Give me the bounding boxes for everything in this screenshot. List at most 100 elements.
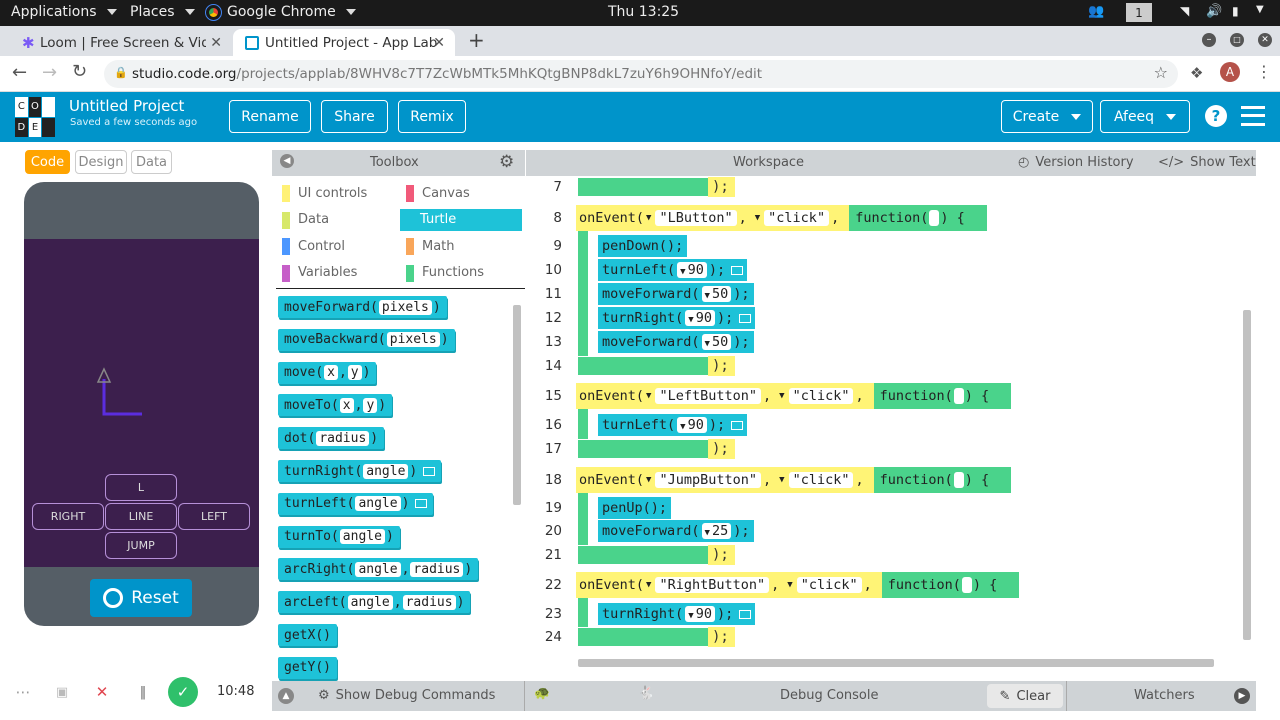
block-options-icon[interactable] xyxy=(739,313,752,323)
rename-button[interactable]: Rename xyxy=(229,100,311,133)
statement-block[interactable]: turnLeft(▼ 90); xyxy=(598,259,748,281)
tab-applab[interactable]: Untitled Project - App Lab ✕ xyxy=(233,29,455,56)
value-input[interactable]: ▼ 90 xyxy=(685,310,715,326)
statement-block[interactable]: moveForward(▼ 50); xyxy=(598,283,754,305)
version-history-button[interactable]: ◴ Version History xyxy=(1018,155,1134,170)
toolbox-block-turnRight[interactable]: turnRight(angle) xyxy=(278,460,442,482)
statement-block[interactable]: penUp(); xyxy=(598,497,672,519)
event-block-lbutton[interactable]: onEvent(▼ "LButton", ▼ "click", function() { xyxy=(576,205,987,231)
block-options-icon[interactable] xyxy=(731,420,744,430)
toolbox-block-turnTo[interactable]: turnTo(angle) xyxy=(278,525,400,548)
data-mode-button[interactable]: Data xyxy=(131,150,172,174)
block-options-icon[interactable] xyxy=(731,265,744,275)
toolbox-category-functions[interactable]: Functions xyxy=(400,262,522,284)
value-input[interactable]: ▼ 50 xyxy=(701,334,732,350)
pause-icon[interactable]: ‖ xyxy=(128,677,158,707)
line-button[interactable]: LINE xyxy=(105,503,177,530)
minimize-icon[interactable]: – xyxy=(1202,33,1216,47)
clear-button[interactable]: ✎ Clear xyxy=(987,684,1063,708)
toolbox-category-data[interactable]: Data xyxy=(276,209,394,231)
maximize-icon[interactable]: □ xyxy=(1230,33,1244,47)
event-type[interactable]: "click" xyxy=(764,210,830,226)
value-input[interactable]: ▼ 25 xyxy=(701,523,732,539)
toolbox-category-turtle[interactable]: Turtle xyxy=(400,208,522,231)
l-button[interactable]: L xyxy=(105,474,177,501)
show-text-button[interactable]: </> Show Text xyxy=(1158,155,1256,170)
event-block-leftbutton[interactable]: onEvent(▼ "LeftButton", ▼ "click", function(… xyxy=(576,383,1012,409)
param-slot[interactable] xyxy=(953,388,964,404)
dropdown-icon[interactable]: ▼ xyxy=(646,475,651,485)
statement-block[interactable]: moveForward(▼ 50); xyxy=(598,331,754,353)
help-icon[interactable]: ? xyxy=(1205,105,1227,127)
expand-debug-icon[interactable]: ▲ xyxy=(278,688,294,704)
toolbox-block-getY[interactable]: getY() xyxy=(278,656,337,679)
right-button[interactable]: RIGHT xyxy=(32,503,104,530)
reset-button[interactable]: Reset xyxy=(90,579,192,617)
applications-menu[interactable]: Applications xyxy=(11,4,117,20)
toolbox-block-moveBackward[interactable]: moveBackward(pixels) xyxy=(278,328,455,351)
remix-button[interactable]: Remix xyxy=(398,100,466,133)
chevron-down-icon[interactable]: ▼ xyxy=(1256,4,1264,15)
left-button[interactable]: LEFT xyxy=(178,503,250,530)
event-block-rightbutton[interactable]: onEvent(▼ "RightButton", ▼ "click", function… xyxy=(576,572,1020,598)
finish-recording-icon[interactable]: ✓ xyxy=(168,677,198,707)
element-id[interactable]: "LeftButton" xyxy=(655,388,761,404)
event-type[interactable]: "click" xyxy=(788,472,854,488)
toolbox-category-control[interactable]: Control xyxy=(276,235,394,257)
design-mode-button[interactable]: Design xyxy=(75,150,127,174)
toolbox-block-dot[interactable]: dot(radius) xyxy=(278,427,385,450)
dropdown-icon[interactable]: ▼ xyxy=(646,213,651,223)
toolbox-block-getX[interactable]: getX() xyxy=(278,624,337,646)
toolbox-block-moveForward[interactable]: moveForward(pixels) xyxy=(278,296,447,318)
volume-icon[interactable]: 🔊 xyxy=(1206,4,1222,19)
forward-icon[interactable]: → xyxy=(42,62,57,83)
element-id[interactable]: "LButton" xyxy=(655,210,737,226)
collapse-toolbox-icon[interactable]: ◀ xyxy=(280,154,294,168)
code-logo[interactable]: C O D E xyxy=(15,97,55,137)
element-id[interactable]: "JumpButton" xyxy=(655,472,761,488)
create-button[interactable]: Create xyxy=(1001,100,1093,133)
close-window-icon[interactable]: ✕ xyxy=(1258,33,1272,47)
param-slot[interactable] xyxy=(961,577,972,593)
user-menu-button[interactable]: Afeeq xyxy=(1100,100,1190,133)
dropdown-icon[interactable]: ▼ xyxy=(779,391,784,401)
wifi-icon[interactable]: ◥ xyxy=(1180,4,1189,18)
avatar[interactable]: A xyxy=(1220,62,1240,82)
param-slot[interactable] xyxy=(929,210,940,226)
gear-icon[interactable]: ⚙ xyxy=(499,152,514,172)
close-icon[interactable]: ✕ xyxy=(206,34,222,51)
dropdown-icon[interactable]: ▼ xyxy=(779,475,784,485)
element-id[interactable]: "RightButton" xyxy=(655,577,770,593)
value-input[interactable]: ▼ 90 xyxy=(677,262,707,278)
clock[interactable]: Thu 13:25 xyxy=(608,4,679,20)
toolbox-block-arcLeft[interactable]: arcLeft(angle, radius) xyxy=(278,591,471,614)
dropdown-icon[interactable]: ▼ xyxy=(755,213,760,223)
dropdown-icon[interactable]: ▼ xyxy=(646,391,651,401)
jump-button[interactable]: JUMP xyxy=(105,532,177,559)
toolbox-category-math[interactable]: Math xyxy=(400,235,522,257)
hamburger-menu-icon[interactable] xyxy=(1241,106,1265,126)
function-block[interactable]: function() { xyxy=(849,205,987,231)
places-menu[interactable]: Places xyxy=(130,4,195,20)
event-type[interactable]: "click" xyxy=(796,577,862,593)
bookmark-star-icon[interactable]: ☆ xyxy=(1154,63,1168,82)
expand-watchers-icon[interactable]: ▶ xyxy=(1234,688,1250,704)
cancel-recording-icon[interactable]: ✕ xyxy=(87,677,117,707)
value-input[interactable]: ▼ 90 xyxy=(685,606,715,622)
toolbox-block-arcRight[interactable]: arcRight(angle, radius) xyxy=(278,558,479,581)
function-block[interactable]: function() { xyxy=(881,572,1020,598)
function-block[interactable]: function() { xyxy=(873,383,1012,409)
toolbox-category-ui-controls[interactable]: UI controls xyxy=(276,182,394,204)
new-tab-icon[interactable]: + xyxy=(468,28,485,52)
statement-block[interactable]: turnRight(▼ 90); xyxy=(598,307,756,329)
more-dots-icon[interactable]: ⋯ xyxy=(8,677,38,707)
value-input[interactable]: ▼ 90 xyxy=(677,417,707,433)
share-button[interactable]: Share xyxy=(321,100,388,133)
close-icon[interactable]: ✕ xyxy=(433,35,445,51)
statement-block[interactable]: moveForward(▼ 25); xyxy=(598,520,754,542)
toolbox-category-canvas[interactable]: Canvas xyxy=(400,182,522,204)
show-debug-commands-button[interactable]: ⚙ Show Debug Commands xyxy=(318,688,495,703)
back-icon[interactable]: ← xyxy=(12,62,27,83)
param-slot[interactable] xyxy=(953,472,964,488)
toolbox-category-variables[interactable]: Variables xyxy=(276,262,394,284)
